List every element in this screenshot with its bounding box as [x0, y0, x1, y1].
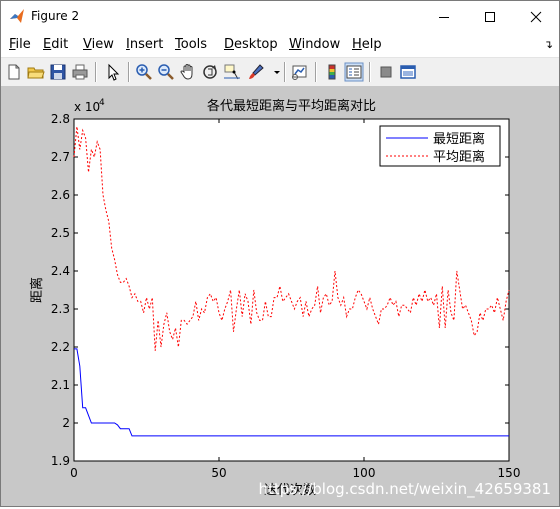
plot-area — [73, 118, 510, 462]
legend-label-2: 平均距离 — [433, 149, 485, 165]
menu-window[interactable]: Window — [289, 37, 340, 52]
figure-toolbar — [1, 57, 559, 87]
menu-desktop[interactable]: Desktop — [224, 37, 278, 52]
maximize-icon — [485, 11, 495, 22]
menu-view[interactable]: View — [83, 37, 114, 52]
y-tick-label: 2.4 — [51, 264, 70, 278]
y-tick-label: 2.3 — [51, 302, 70, 316]
axis-exponent-label: x 10 — [74, 100, 100, 114]
y-tick-label: 2.6 — [51, 188, 70, 202]
toolbar-separator — [284, 62, 286, 82]
print-icon[interactable] — [70, 62, 90, 82]
hide-plot-tools-icon[interactable] — [376, 62, 396, 82]
zoom-out-icon[interactable] — [156, 62, 176, 82]
open-file-icon[interactable] — [26, 62, 46, 82]
menu-file[interactable]: File — [9, 37, 31, 52]
minimize-icon — [439, 16, 449, 18]
menu-help[interactable]: Help — [352, 37, 382, 52]
colorbar-icon[interactable] — [322, 62, 342, 82]
menu-edit[interactable]: Edit — [43, 37, 68, 52]
pan-hand-icon[interactable] — [178, 62, 198, 82]
data-cursor-icon[interactable] — [222, 62, 242, 82]
menu-tools[interactable]: Tools — [175, 37, 207, 52]
y-tick-label: 2 — [62, 416, 70, 430]
pointer-icon[interactable] — [103, 62, 123, 82]
menu-insert[interactable]: Insert — [126, 37, 163, 52]
x-tick-label: 150 — [498, 466, 521, 480]
link-plot-icon[interactable] — [290, 62, 310, 82]
y-tick-label: 2.7 — [51, 150, 70, 164]
new-figure-icon[interactable] — [4, 62, 24, 82]
maximize-button[interactable] — [467, 1, 513, 32]
figure-canvas: 0 50 100 150 1.9 2 2.1 2.2 2.3 2.4 2.5 2.6 2.7 2.8 x 1… — [1, 86, 559, 506]
y-tick-label: 2.1 — [51, 378, 70, 392]
close-icon — [530, 11, 542, 22]
title-bar: Figure 2 — [1, 1, 559, 32]
y-tick-label: 2.8 — [51, 112, 70, 126]
y-tick-label: 1.9 — [51, 454, 70, 468]
minimize-button[interactable] — [421, 1, 467, 32]
toolbar-separator — [315, 62, 317, 82]
figure-window: Figure 2 File Edit View Insert Tools Des… — [0, 0, 560, 507]
show-plot-tools-icon[interactable] — [398, 62, 418, 82]
close-button[interactable] — [513, 1, 559, 32]
zoom-in-icon[interactable] — [134, 62, 154, 82]
toolbar-separator — [95, 62, 97, 82]
legend-icon[interactable] — [344, 62, 364, 82]
chart-title: 各代最短距离与平均距离对比 — [207, 98, 376, 114]
axis-exponent-power: 4 — [99, 98, 105, 108]
matlab-icon — [9, 8, 25, 24]
watermark: https://blog.csdn.net/weixin_42659381 — [258, 480, 551, 498]
line-chart[interactable]: 0 50 100 150 1.9 2 2.1 2.2 2.3 2.4 2.5 2.6 2.7 2.8 x 1… — [1, 86, 559, 506]
y-tick-label: 2.2 — [51, 340, 70, 354]
legend-label-1: 最短距离 — [433, 131, 485, 147]
x-tick-label: 50 — [211, 466, 226, 480]
x-tick-label: 0 — [70, 466, 78, 480]
x-tick-label: 100 — [353, 466, 376, 480]
y-axis-label: 距离 — [29, 277, 45, 303]
toolbar-separator — [128, 62, 130, 82]
y-tick-label: 2.5 — [51, 226, 70, 240]
window-title: Figure 2 — [31, 9, 80, 23]
save-icon[interactable] — [48, 62, 68, 82]
dock-arrow-icon[interactable]: ↴ — [544, 38, 553, 51]
toolbar-separator — [369, 62, 371, 82]
rotate-3d-icon[interactable] — [200, 62, 220, 82]
brush-dropdown-icon[interactable] — [267, 62, 280, 82]
brush-icon[interactable] — [246, 62, 266, 82]
menu-bar: File Edit View Insert Tools Desktop Wind… — [1, 32, 559, 57]
